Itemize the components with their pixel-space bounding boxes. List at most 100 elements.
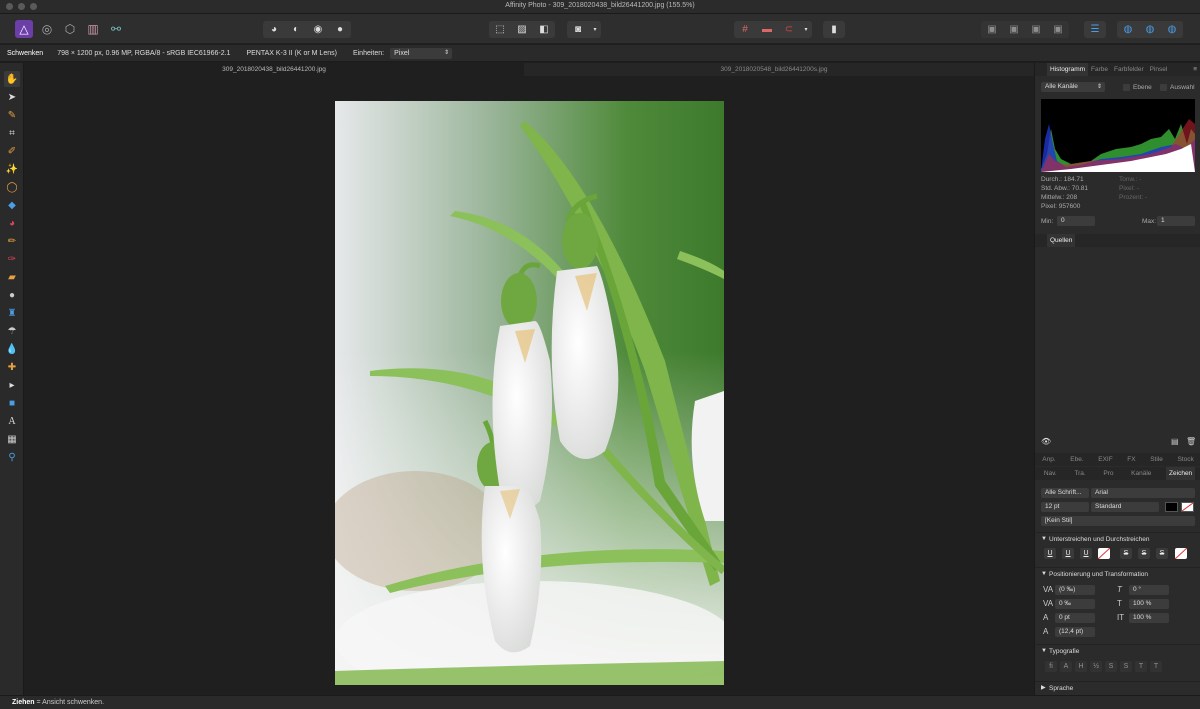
baseline-input[interactable]: 0 pt	[1055, 613, 1095, 623]
add-icon[interactable]: ◍	[1117, 21, 1139, 38]
clone-tool-icon[interactable]: ♜	[4, 305, 20, 321]
font-family-select[interactable]: Arial	[1091, 488, 1195, 498]
tab-adjustments[interactable]: Anp.	[1039, 453, 1058, 466]
export-persona-icon[interactable]: ⚯	[107, 20, 125, 38]
discretionary-icon[interactable]: A	[1060, 661, 1072, 672]
font-size-select[interactable]: 12 pt	[1041, 502, 1089, 512]
hand-tool-icon[interactable]: ✋	[4, 71, 20, 87]
underline-icon[interactable]: U	[1044, 548, 1056, 559]
ruler-icon[interactable]: ▬	[756, 21, 778, 38]
tab-styles[interactable]: Stile	[1147, 453, 1166, 466]
typography-section-header[interactable]: ▼ Typografie	[1035, 644, 1200, 657]
hsl-icon[interactable]: ◉	[307, 21, 329, 38]
node-tool-icon[interactable]: ▸	[4, 377, 20, 393]
units-select[interactable]: Pixel ⇕	[390, 47, 453, 59]
tab-document-2[interactable]: 309_2018020548_bild26441200s.jpg	[524, 63, 1024, 76]
tone-mapping-persona-icon[interactable]: ▥	[84, 20, 102, 38]
zoom-tool-icon[interactable]: ⚲	[4, 449, 20, 465]
new-document-icon[interactable]: ▤	[1171, 437, 1179, 446]
document-image[interactable]	[335, 101, 724, 685]
crop-tool-icon[interactable]: ⌗	[4, 125, 20, 141]
grid-icon[interactable]: #	[734, 21, 756, 38]
underline-section-header[interactable]: ▼ Unterstreichen und Durchstreichen	[1035, 532, 1200, 545]
healing-brush-icon[interactable]: ✚	[4, 359, 20, 375]
double-strikethrough-icon[interactable]: S	[1138, 548, 1150, 559]
superscript-icon[interactable]: S	[1105, 661, 1117, 672]
underline-color-swatch[interactable]	[1097, 547, 1111, 560]
liquify-persona-icon[interactable]: ◎	[38, 20, 56, 38]
dodge-tool-icon[interactable]: ●	[4, 287, 20, 303]
tab-history[interactable]: Pro	[1100, 467, 1116, 480]
shear-input[interactable]: 0 °	[1129, 585, 1169, 595]
strikethrough-color-swatch[interactable]	[1174, 547, 1188, 560]
move-backward-icon[interactable]: ▣	[1003, 21, 1025, 38]
tab-layers[interactable]: Ebe.	[1067, 453, 1086, 466]
quick-mask-icon[interactable]: ◙	[567, 21, 589, 38]
photo-persona-icon[interactable]: △	[15, 20, 33, 38]
text-tool-icon[interactable]: A	[4, 413, 20, 429]
fill-tool-icon[interactable]: ◆	[4, 197, 20, 213]
min-input[interactable]: 0	[1057, 216, 1095, 226]
tab-color[interactable]: Farbe	[1088, 63, 1111, 76]
subscript-icon[interactable]: S	[1120, 661, 1132, 672]
eye-icon[interactable]: 👁	[1041, 437, 1051, 446]
max-input[interactable]: 1	[1157, 216, 1195, 226]
tab-histogram[interactable]: Histogramm	[1047, 63, 1089, 76]
chevron-down-icon[interactable]: ▾	[800, 21, 812, 38]
strikethrough-icon[interactable]: S	[1120, 548, 1132, 559]
tab-brushes[interactable]: Pinsel	[1147, 63, 1171, 76]
align-icon[interactable]: ☰	[1084, 21, 1106, 38]
snapping-magnet-icon[interactable]: ⊂	[778, 21, 800, 38]
tab-stock[interactable]: Stock	[1174, 453, 1196, 466]
smudge-tool-icon[interactable]: ☂	[4, 323, 20, 339]
gradient-tool-icon[interactable]: ◕	[4, 215, 20, 231]
levels-icon[interactable]: ◐	[285, 21, 307, 38]
font-style-select[interactable]: Standard	[1091, 502, 1159, 512]
white-balance-icon[interactable]: ●	[329, 21, 351, 38]
color-picker-icon[interactable]: ✎	[4, 107, 20, 123]
panel-menu-icon[interactable]: ≡	[1193, 66, 1197, 73]
subtract-icon[interactable]: ◍	[1139, 21, 1161, 38]
flood-select-icon[interactable]: ✨	[4, 161, 20, 177]
marquee-tool-icon[interactable]: ◯	[4, 179, 20, 195]
deselect-icon[interactable]: ▨	[511, 21, 533, 38]
double-underline-icon[interactable]: U	[1062, 548, 1074, 559]
eraser-icon[interactable]: ▰	[4, 269, 20, 285]
position-section-header[interactable]: ▼ Positionierung und Transformation	[1035, 567, 1200, 580]
move-forward-icon[interactable]: ▣	[1025, 21, 1047, 38]
mesh-warp-icon[interactable]: ▦	[4, 431, 20, 447]
horizontal-scale-input[interactable]: 100 %	[1129, 599, 1169, 609]
blur-tool-icon[interactable]: 💧	[4, 341, 20, 357]
selection-checkbox[interactable]	[1160, 84, 1167, 91]
chevron-down-icon[interactable]: ▾	[589, 21, 601, 38]
tab-navigator[interactable]: Nav.	[1041, 467, 1060, 480]
tab-transform[interactable]: Tra.	[1071, 467, 1088, 480]
paragraph-style-select[interactable]: [Kein Stil]	[1041, 516, 1195, 526]
rectangle-tool-icon[interactable]: ■	[4, 395, 20, 411]
assistant-icon[interactable]: ▮	[823, 21, 845, 38]
channel-select[interactable]: Alle Kanäle ⇕	[1041, 82, 1105, 92]
small-caps-icon[interactable]: T	[1150, 661, 1162, 672]
historic-icon[interactable]: H	[1075, 661, 1087, 672]
kerning-input[interactable]: 0 ‰	[1055, 599, 1095, 609]
invert-selection-icon[interactable]: ◧	[533, 21, 555, 38]
pixel-brush-icon[interactable]: ✑	[4, 251, 20, 267]
tab-channels[interactable]: Kanäle	[1128, 467, 1154, 480]
color-wheel-icon[interactable]: ◕	[263, 21, 285, 38]
tracking-input[interactable]: (0 ‰)	[1055, 585, 1095, 595]
leading-input[interactable]: (12,4 pt)	[1055, 627, 1095, 637]
select-all-icon[interactable]: ⬚	[489, 21, 511, 38]
text-background-swatch[interactable]	[1181, 502, 1194, 512]
selection-brush-icon[interactable]: ✐	[4, 143, 20, 159]
develop-persona-icon[interactable]: ⬡	[61, 20, 79, 38]
intersect-icon[interactable]: ◍	[1161, 21, 1183, 38]
tab-document-1[interactable]: 309_2018020438_bild26441200.jpg	[24, 63, 524, 76]
paint-brush-icon[interactable]: ✏	[4, 233, 20, 249]
move-front-icon[interactable]: ▣	[1047, 21, 1069, 38]
tab-swatches[interactable]: Farbfelder	[1111, 63, 1147, 76]
tab-exif[interactable]: EXIF	[1095, 453, 1115, 466]
fraction-icon[interactable]: ½	[1090, 661, 1102, 672]
trash-icon[interactable]: 🗑	[1186, 437, 1196, 446]
language-section-header[interactable]: ▶ Sprache	[1035, 681, 1200, 694]
ligature-icon[interactable]: fi	[1045, 661, 1057, 672]
